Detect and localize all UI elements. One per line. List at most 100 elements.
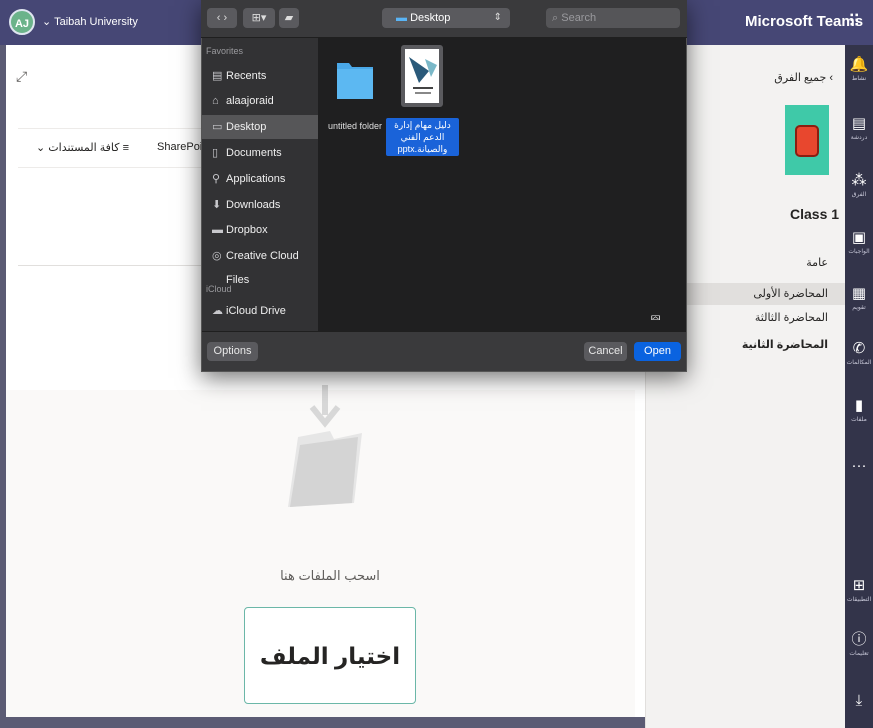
help-icon: ⓘ xyxy=(851,631,867,648)
open-button[interactable]: Open xyxy=(634,342,681,361)
choose-file-button[interactable]: اختيار الملف xyxy=(244,607,416,704)
applications-icon: ⚲ xyxy=(212,173,221,185)
recents-icon: ▤ xyxy=(212,70,223,82)
icloud-header: iCloud xyxy=(206,284,232,294)
search-icon: ⌕ xyxy=(552,12,559,24)
filter-icon: ≡ xyxy=(122,142,129,154)
sidebar-item-label: Dropbox xyxy=(226,224,268,236)
sidebar-item-label: Applications xyxy=(226,173,286,185)
chevron-left-icon: ‹ xyxy=(829,72,833,84)
view-options-button[interactable]: ⊞▾ xyxy=(243,8,275,28)
rail-label: المكالمات xyxy=(846,360,872,366)
rail-calendar[interactable]: ▦ تقويم xyxy=(845,286,873,312)
all-documents-filter[interactable]: ⌄ كافة المستندات ≡ xyxy=(36,141,129,154)
rail-label: التطبيقات xyxy=(846,597,872,603)
folder-icon: ▬ xyxy=(396,12,407,24)
rail-label: نشاط xyxy=(851,76,867,82)
rail-download[interactable]: ⤓ xyxy=(845,693,873,709)
sidebar-item-applications[interactable]: ⚲ Applications xyxy=(202,167,318,191)
chevron-down-icon: ⌄ xyxy=(42,16,52,28)
sidebar-item-recents[interactable]: ▤ Recents xyxy=(202,64,318,88)
window-edge xyxy=(0,45,6,728)
documents-icon: ▯ xyxy=(212,147,219,159)
sidebar-item-downloads[interactable]: ⬇ Downloads xyxy=(202,193,318,217)
sidebar-item-label: Downloads xyxy=(226,199,281,211)
rail-chat[interactable]: ▤ دردشة xyxy=(845,115,873,142)
new-folder-icon: ▰ xyxy=(284,12,294,24)
new-folder-button[interactable]: ▰ xyxy=(279,8,299,28)
pptx-file-icon[interactable] xyxy=(401,45,443,107)
cancel-button[interactable]: Cancel xyxy=(584,342,627,361)
file-browser xyxy=(318,38,686,331)
search-placeholder: Search xyxy=(561,12,597,24)
chevron-updown-icon: ⇕ xyxy=(493,12,502,23)
sidebar-item-label: iCloud Drive xyxy=(226,305,286,317)
bell-icon: 🔔 xyxy=(849,56,869,73)
app-title: Microsoft Teams xyxy=(745,13,864,30)
favorites-header: Favorites xyxy=(206,46,244,56)
drag-files-hint: اسحب الملفات هنا xyxy=(280,568,380,583)
apps-icon: ⊞ xyxy=(852,577,866,594)
sidebar-item-icloud-drive[interactable]: ☁ iCloud Drive xyxy=(202,299,318,323)
rail-label: تعليمات xyxy=(849,651,869,657)
dropbox-icon: ▬ xyxy=(212,224,223,236)
sidebar-item-label: alaajoraid xyxy=(226,95,274,107)
sidebar-item-label: Documents xyxy=(226,147,282,159)
expand-icon[interactable]: ⤢ xyxy=(16,68,27,85)
location-label: Desktop xyxy=(410,12,451,24)
rail-assignments[interactable]: ▣ الواجبات xyxy=(845,229,873,256)
location-select[interactable]: ▬ Desktop ⇕ xyxy=(382,8,510,28)
search-input[interactable]: ⌕ Search xyxy=(546,8,680,28)
sidebar-item-label: Recents xyxy=(226,70,267,82)
rail-teams[interactable]: ⁂ الفرق xyxy=(845,172,873,199)
back-forward-buttons[interactable]: ‹ › xyxy=(207,8,237,28)
sidebar-item-label: Desktop xyxy=(226,121,267,133)
org-switcher[interactable]: ⌄ Taibah University xyxy=(42,15,138,28)
rail-label: دردشة xyxy=(850,135,868,141)
chevron-left-icon: ‹ xyxy=(216,12,221,24)
files-icon: ▮ xyxy=(854,397,864,414)
sidebar-item-creative-cloud[interactable]: ◎ Creative Cloud Files xyxy=(202,244,318,286)
assignments-icon: ▣ xyxy=(851,229,867,246)
rail-apps[interactable]: ⊞ التطبيقات xyxy=(845,577,873,604)
calls-icon: ✆ xyxy=(852,340,866,357)
team-avatar-logo-icon xyxy=(795,125,819,157)
grid-icon[interactable]: ⠿ xyxy=(848,12,860,32)
file-label[interactable]: untitled folder xyxy=(327,121,383,131)
team-name: Class 1 xyxy=(790,206,840,222)
file-label-selected[interactable]: دليل مهام إدارة الدعم الفني والصيانة.ppt… xyxy=(386,118,459,156)
chevron-right-icon: › xyxy=(223,12,228,24)
all-teams-label: جميع الفرق xyxy=(774,72,827,84)
home-icon: ⌂ xyxy=(212,95,219,107)
downloads-icon: ⬇ xyxy=(212,199,222,211)
download-icon: ⤓ xyxy=(855,692,863,709)
options-button[interactable]: Options xyxy=(207,342,258,361)
desktop-icon: ▭ xyxy=(212,121,223,133)
folder-icon[interactable] xyxy=(337,55,373,101)
folder-illustration-icon xyxy=(288,385,362,507)
rail-activity[interactable]: 🔔 نشاط xyxy=(845,56,873,83)
chat-icon: ▤ xyxy=(851,115,867,132)
rail-label: الفرق xyxy=(851,192,867,198)
rail-help[interactable]: ⓘ تعليمات xyxy=(845,631,873,658)
sidebar-item-documents[interactable]: ▯ Documents xyxy=(202,141,318,165)
rail-files[interactable]: ▮ ملفات xyxy=(845,397,873,424)
chevron-down-icon: ⌄ xyxy=(36,142,46,154)
all-teams-link[interactable]: جميع الفرق ‹ xyxy=(774,71,833,84)
all-documents-label: كافة المستندات xyxy=(48,142,120,154)
rail-more[interactable]: ··· xyxy=(845,458,873,474)
creative-cloud-icon: ◎ xyxy=(212,250,222,262)
rail-label: ملفات xyxy=(851,417,867,423)
sidebar-item-dropbox[interactable]: ▬ Dropbox xyxy=(202,218,318,242)
cloud-icon: ☁ xyxy=(212,305,223,317)
rail-label: الواجبات xyxy=(848,249,870,255)
grid-view-icon: ⊞▾ xyxy=(251,12,267,24)
sidebar-item-desktop[interactable]: ▭ Desktop xyxy=(202,115,318,139)
sidebar-item-home[interactable]: ⌂ alaajoraid xyxy=(202,89,318,113)
more-icon: ··· xyxy=(851,457,867,474)
pptx-preview-icon xyxy=(405,49,439,103)
rail-calls[interactable]: ✆ المكالمات xyxy=(845,340,873,367)
teams-icon: ⁂ xyxy=(851,172,867,189)
rail-label: تقويم xyxy=(852,305,866,311)
org-avatar[interactable]: AJ xyxy=(9,9,35,35)
